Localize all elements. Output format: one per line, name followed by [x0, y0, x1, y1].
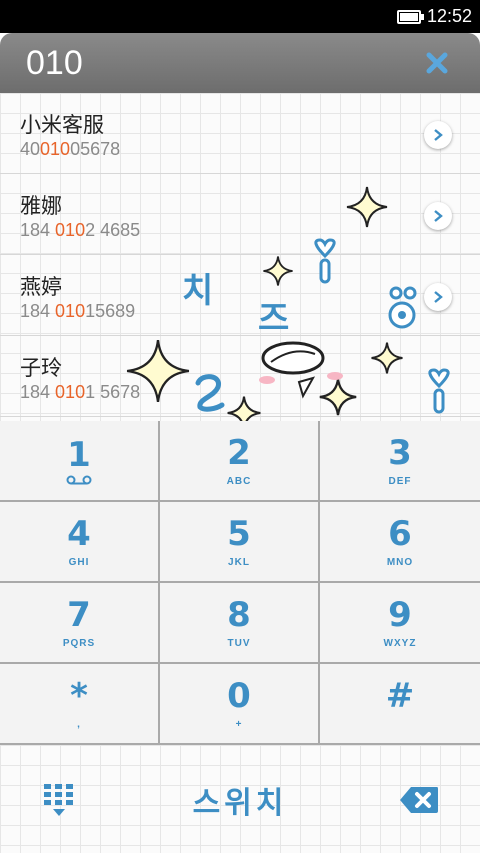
key-digit: 3: [388, 432, 412, 473]
key-digit: 0: [227, 675, 251, 716]
key-7[interactable]: 7 PQRS: [0, 583, 160, 664]
contact-name: 燕婷: [20, 275, 62, 299]
key-letters: DEF: [388, 475, 412, 487]
key-digit: 4: [67, 513, 91, 554]
dial-keypad: 1 2 ABC 3 DEF 4 GHI 5 JKL 6 MNO 7 PQRS 8…: [0, 421, 480, 745]
keypad-toggle-icon: [44, 784, 73, 816]
key-digit: 5: [227, 513, 251, 554]
key-5[interactable]: 5 JKL: [160, 502, 320, 583]
contact-detail-button[interactable]: [424, 283, 452, 311]
key-letters: PQRS: [62, 637, 96, 649]
key-hash[interactable]: #: [320, 664, 480, 745]
contact-row[interactable]: 小米客服 4001005678: [0, 93, 480, 174]
chevron-right-icon: [434, 210, 443, 222]
contact-detail-button[interactable]: [424, 202, 452, 230]
clear-input-button[interactable]: [412, 38, 462, 88]
key-8[interactable]: 8 TUV: [160, 583, 320, 664]
key-letters: MNO: [386, 556, 414, 568]
toggle-keypad-button[interactable]: [34, 775, 84, 825]
key-letters: WXYZ: [383, 637, 417, 649]
key-0[interactable]: 0 +: [160, 664, 320, 745]
contact-row[interactable]: 燕婷 184 01015689: [0, 255, 480, 336]
clear-icon: [426, 52, 448, 74]
key-4[interactable]: 4 GHI: [0, 502, 160, 583]
dialer-header: 010: [0, 33, 480, 93]
key-6[interactable]: 6 MNO: [320, 502, 480, 583]
key-digit: 6: [388, 513, 412, 554]
key-digit: 2: [227, 432, 251, 473]
key-1[interactable]: 1: [0, 421, 160, 502]
key-star[interactable]: * ,: [0, 664, 160, 745]
switch-button[interactable]: 스위치: [140, 775, 340, 825]
contact-detail-button[interactable]: [424, 121, 452, 149]
key-3[interactable]: 3 DEF: [320, 421, 480, 502]
key-9[interactable]: 9 WXYZ: [320, 583, 480, 664]
status-time: 12:52: [426, 6, 472, 26]
contact-number: 184 01015689: [20, 301, 136, 321]
key-letters: ABC: [226, 475, 252, 487]
battery-icon: [396, 9, 424, 24]
contact-row[interactable]: 雅娜 184 0102 4685: [0, 174, 480, 255]
contact-name: 子玲: [20, 356, 62, 380]
status-bar: 12:52: [0, 0, 480, 33]
battery-fill: [399, 12, 418, 21]
voicemail-icon: [66, 475, 92, 484]
key-digit: 7: [67, 594, 91, 635]
key-2[interactable]: 2 ABC: [160, 421, 320, 502]
contact-name: 雅娜: [20, 194, 62, 218]
key-letters: JKL: [228, 556, 250, 568]
key-digit: #: [385, 675, 415, 716]
key-digit: *: [70, 675, 88, 716]
key-digit: 8: [227, 594, 251, 635]
contact-number: 4001005678: [20, 139, 121, 159]
key-letters: +: [235, 718, 243, 730]
key-letters: TUV: [227, 637, 251, 649]
contact-number: 184 0102 4685: [20, 220, 141, 240]
chevron-right-icon: [434, 129, 443, 141]
contact-name: 小米客服: [20, 113, 104, 137]
contact-row[interactable]: 子玲 184 0101 5678: [0, 336, 480, 417]
key-digit: 9: [388, 594, 412, 635]
chevron-right-icon: [434, 291, 443, 303]
backspace-icon: [400, 787, 438, 813]
switch-label: 스위치: [192, 786, 288, 821]
contact-number: 184 0101 5678: [20, 382, 141, 402]
dialed-number-display[interactable]: 010: [26, 44, 412, 83]
dialer-action-bar: 스위치: [0, 745, 480, 853]
contact-list[interactable]: 小米客服 4001005678 雅娜 184 0102 4685 燕婷 184 …: [0, 93, 480, 421]
key-letters: GHI: [68, 556, 90, 568]
key-letters: ,: [77, 718, 81, 730]
key-digit: 1: [67, 434, 91, 475]
backspace-button[interactable]: [394, 775, 444, 825]
